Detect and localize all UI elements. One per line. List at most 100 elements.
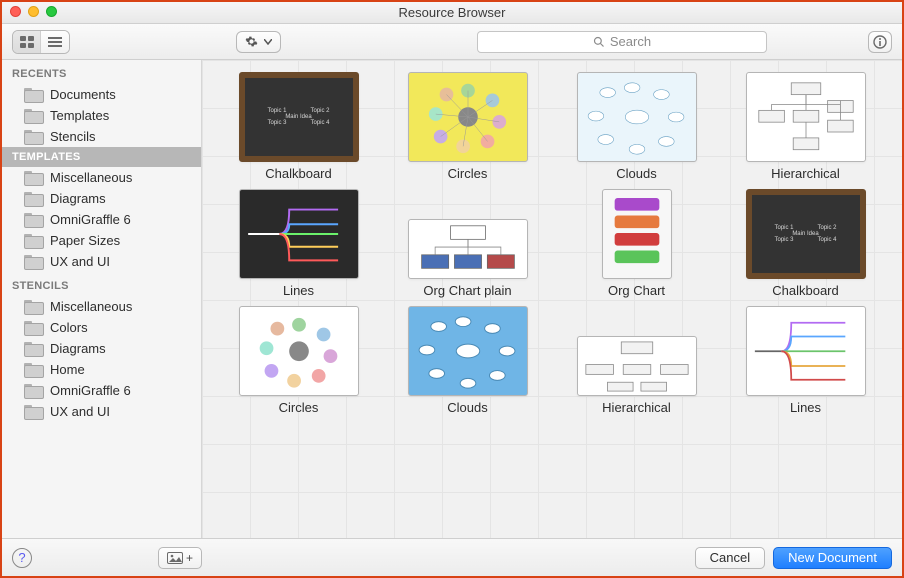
template-clouds-2[interactable]: Clouds (383, 306, 552, 415)
minimize-icon[interactable] (28, 6, 39, 17)
thumbnail (746, 72, 866, 162)
template-circles-2[interactable]: Circles (214, 306, 383, 415)
sidebar-item-diagrams-2[interactable]: Diagrams (2, 338, 201, 359)
template-hierarchical[interactable]: Hierarchical (721, 72, 890, 181)
thumbnail (408, 219, 528, 279)
sidebar-item-home[interactable]: Home (2, 359, 201, 380)
sidebar-item-label: Paper Sizes (50, 233, 120, 248)
titlebar: Resource Browser (2, 2, 902, 24)
template-lines-2[interactable]: Lines (721, 306, 890, 415)
folder-icon (24, 109, 42, 122)
search-placeholder: Search (610, 34, 651, 49)
thumbnail (408, 306, 528, 396)
folder-icon (24, 321, 42, 334)
folder-icon (24, 130, 42, 143)
window-title: Resource Browser (399, 5, 506, 20)
sidebar: RECENTS Documents Templates Stencils TEM… (2, 60, 202, 538)
grid-view-button[interactable] (13, 31, 41, 53)
sidebar-item-label: Diagrams (50, 341, 106, 356)
image-icon (167, 552, 183, 564)
folder-icon (24, 363, 42, 376)
template-label: Clouds (447, 400, 487, 415)
sidebar-item-label: Home (50, 362, 85, 377)
folder-icon (24, 192, 42, 205)
sidebar-item-uxui[interactable]: UX and UI (2, 251, 201, 272)
sidebar-header-stencils: STENCILS (2, 272, 201, 296)
template-label: Hierarchical (602, 400, 671, 415)
add-resource-button[interactable]: + (158, 547, 202, 569)
template-label: Chalkboard (265, 166, 332, 181)
sidebar-item-diagrams[interactable]: Diagrams (2, 188, 201, 209)
template-clouds[interactable]: Clouds (552, 72, 721, 181)
sidebar-item-label: Stencils (50, 129, 96, 144)
maximize-icon[interactable] (46, 6, 57, 17)
body: RECENTS Documents Templates Stencils TEM… (2, 60, 902, 538)
search-input[interactable]: Search (477, 31, 767, 53)
thumbnail (602, 189, 672, 279)
thumbnail (239, 189, 359, 279)
thumbnail: Topic 1Topic 2 Main Idea Topic 3Topic 4 (239, 72, 359, 162)
sidebar-item-colors[interactable]: Colors (2, 317, 201, 338)
gear-icon (245, 35, 258, 48)
template-hierarchical-2[interactable]: Hierarchical (552, 306, 721, 415)
sidebar-item-label: Miscellaneous (50, 170, 132, 185)
chevron-down-icon (264, 39, 272, 45)
search-icon (593, 36, 605, 48)
template-lines[interactable]: Lines (214, 189, 383, 298)
template-grid: Topic 1Topic 2 Main Idea Topic 3Topic 4 … (214, 72, 890, 415)
help-icon: ? (18, 550, 25, 565)
template-label: Org Chart plain (423, 283, 511, 298)
sidebar-item-label: Miscellaneous (50, 299, 132, 314)
footer: ? + Cancel New Document (2, 538, 902, 576)
template-label: Clouds (616, 166, 656, 181)
sidebar-item-miscellaneous-2[interactable]: Miscellaneous (2, 296, 201, 317)
template-label: Chalkboard (772, 283, 839, 298)
thumbnail (577, 72, 697, 162)
thumbnail (746, 306, 866, 396)
sidebar-item-label: UX and UI (50, 254, 110, 269)
thumbnail (239, 306, 359, 396)
thumbnail: Topic 1Topic 2 Main Idea Topic 3Topic 4 (746, 189, 866, 279)
plus-icon: + (186, 551, 193, 565)
sidebar-item-label: OmniGraffle 6 (50, 383, 131, 398)
info-icon (873, 35, 887, 49)
sidebar-item-omnigraffle6-2[interactable]: OmniGraffle 6 (2, 380, 201, 401)
new-document-button[interactable]: New Document (773, 547, 892, 569)
resource-browser-window: Resource Browser Search RECENTS (0, 0, 904, 578)
sidebar-item-papersizes[interactable]: Paper Sizes (2, 230, 201, 251)
sidebar-item-omnigraffle6[interactable]: OmniGraffle 6 (2, 209, 201, 230)
folder-icon (24, 384, 42, 397)
folder-icon (24, 342, 42, 355)
template-chalkboard-2[interactable]: Topic 1Topic 2 Main Idea Topic 3Topic 4 … (721, 189, 890, 298)
thumbnail (408, 72, 528, 162)
folder-icon (24, 88, 42, 101)
sidebar-item-templates[interactable]: Templates (2, 105, 201, 126)
sidebar-item-stencils[interactable]: Stencils (2, 126, 201, 147)
template-orgchart[interactable]: Org Chart (552, 189, 721, 298)
toolbar: Search (2, 24, 902, 60)
template-circles[interactable]: Circles (383, 72, 552, 181)
template-chalkboard[interactable]: Topic 1Topic 2 Main Idea Topic 3Topic 4 … (214, 72, 383, 181)
list-view-button[interactable] (41, 31, 69, 53)
info-button[interactable] (868, 31, 892, 53)
folder-icon (24, 213, 42, 226)
sidebar-item-documents[interactable]: Documents (2, 84, 201, 105)
template-orgchart-plain[interactable]: Org Chart plain (383, 189, 552, 298)
sidebar-item-label: Documents (50, 87, 116, 102)
folder-icon (24, 234, 42, 247)
template-label: Org Chart (608, 283, 665, 298)
sidebar-header-templates[interactable]: TEMPLATES (2, 147, 201, 167)
view-mode-segment (12, 30, 70, 54)
sidebar-item-miscellaneous[interactable]: Miscellaneous (2, 167, 201, 188)
template-label: Circles (448, 166, 488, 181)
action-menu-button[interactable] (236, 31, 281, 53)
thumbnail (577, 336, 697, 396)
sidebar-item-uxui-2[interactable]: UX and UI (2, 401, 201, 422)
template-label: Lines (790, 400, 821, 415)
close-icon[interactable] (10, 6, 21, 17)
cancel-button[interactable]: Cancel (695, 547, 765, 569)
folder-icon (24, 405, 42, 418)
sidebar-item-label: Colors (50, 320, 88, 335)
help-button[interactable]: ? (12, 548, 32, 568)
folder-icon (24, 171, 42, 184)
